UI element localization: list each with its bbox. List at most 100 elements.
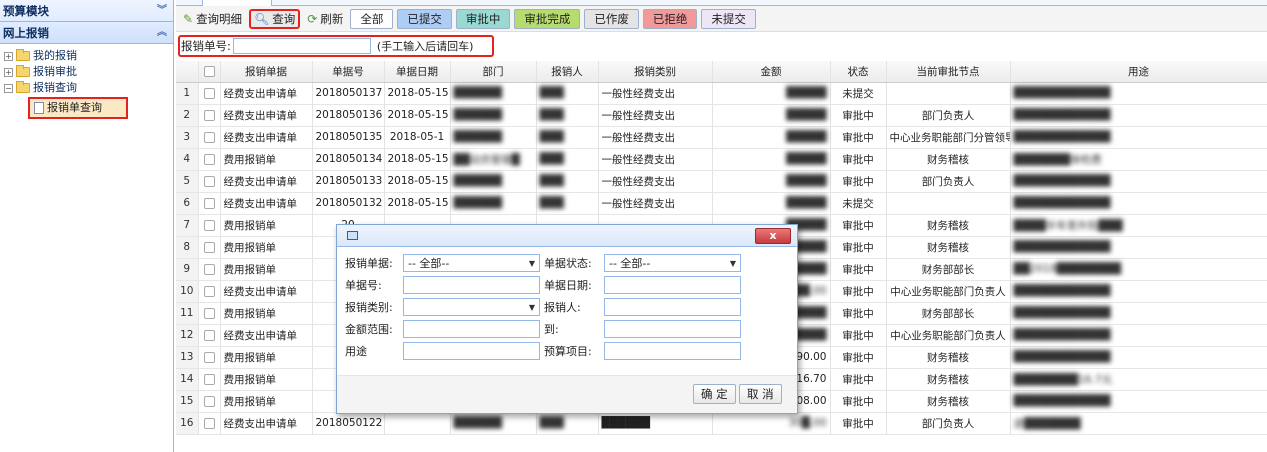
doc-status-select[interactable]: -- 全部-- ▼	[604, 254, 741, 272]
table-row[interactable]: 5 经费支出申请单 2018050133 2018-05-15 ██████ ███ 一般性…	[176, 170, 1267, 193]
table-cell-use: ████████████	[1010, 346, 1267, 369]
dialog-form: 报销单据: -- 全部-- ▼ 单据状态: -- 全部-- ▼ 单据号: 单据日…	[337, 248, 797, 375]
table-cell-no: 2018050137	[312, 82, 385, 105]
tree-leaf-reimbursement-form-query[interactable]: 报销单查询	[28, 97, 128, 119]
table-cell-person: ███	[536, 126, 599, 149]
table-row[interactable]: 4 费用报销单 2018050134 2018-05-15 ██动员管理█ ███ 一般性经…	[176, 148, 1267, 171]
filter-rejected-button[interactable]: 已拒绝	[642, 8, 698, 29]
row-checkbox[interactable]	[198, 258, 221, 281]
row-checkbox[interactable]	[198, 214, 221, 237]
table-cell-node: 财务稽核	[886, 346, 1011, 369]
table-cell-no: 2018050132	[312, 192, 385, 215]
table-cell-status: 审批中	[830, 104, 887, 127]
table-cell-type: 费用报销单	[220, 258, 313, 281]
reimbursement-no-input[interactable]	[232, 38, 371, 54]
column-header[interactable]: 报销类别	[598, 61, 713, 83]
row-checkbox[interactable]	[198, 368, 221, 391]
doc-type-select[interactable]: -- 全部-- ▼	[403, 254, 540, 272]
row-checkbox[interactable]	[198, 192, 221, 215]
table-row[interactable]: 2 经费支出申请单 2018050136 2018-05-15 ██████ ███ 一般性…	[176, 104, 1267, 127]
amount-to-label: 到:	[544, 323, 559, 336]
amount-to-input[interactable]	[604, 320, 741, 338]
row-checkbox[interactable]	[198, 324, 221, 347]
table-cell-type: 费用报销单	[220, 214, 313, 237]
tree-node-my-reimbursement[interactable]: + 我的报销	[4, 48, 173, 64]
row-checkbox[interactable]	[198, 390, 221, 413]
row-checkbox[interactable]	[198, 82, 221, 105]
row-checkbox[interactable]	[198, 412, 221, 435]
column-header[interactable]: 金额	[712, 61, 831, 83]
table-cell-node: 部门负责人	[886, 104, 1011, 127]
doc-date-input[interactable]	[604, 276, 741, 294]
column-header[interactable]: 报销单据	[220, 61, 313, 83]
table-cell-cat: 一般性经费支出	[598, 192, 713, 215]
dropdown-arrow-icon: ▼	[528, 258, 535, 268]
panel-budget-module[interactable]: 预算模块 ︾	[0, 0, 173, 22]
panel-title: 预算模块	[3, 4, 49, 18]
filter-approved-button[interactable]: 审批完成	[514, 8, 581, 29]
cancel-button[interactable]: 取 消	[739, 384, 782, 404]
plus-icon[interactable]: +	[4, 51, 13, 61]
active-tab[interactable]	[202, 0, 272, 6]
ok-button[interactable]: 确 定	[693, 384, 736, 404]
column-header[interactable]: 单据号	[312, 61, 385, 83]
column-header[interactable]: 当前审批节点	[886, 61, 1011, 83]
table-cell-type: 费用报销单	[220, 302, 313, 325]
table-cell-status: 未提交	[830, 192, 887, 215]
row-checkbox[interactable]	[198, 148, 221, 171]
table-row[interactable]: 6 经费支出申请单 2018050132 2018-05-15 ██████ ███ 一般性…	[176, 192, 1267, 215]
column-header[interactable]: 报销人	[536, 61, 599, 83]
table-row[interactable]: 1 经费支出申请单 2018050137 2018-05-15 ██████ ███ 一般性…	[176, 82, 1267, 105]
filter-all-button[interactable]: 全部	[350, 8, 394, 29]
row-number: 15	[176, 390, 199, 413]
budget-item-input[interactable]	[604, 342, 741, 360]
table-cell-type: 经费支出申请单	[220, 412, 313, 435]
table-cell-cat: 一般性经费支出	[598, 82, 713, 105]
table-cell-no: 2018050133	[312, 170, 385, 193]
collapse-icon[interactable]: ︽	[157, 22, 167, 44]
filter-submitted-button[interactable]: 已提交	[397, 8, 452, 29]
table-cell-status: 审批中	[830, 236, 887, 259]
row-checkbox[interactable]	[198, 170, 221, 193]
plus-icon[interactable]: +	[4, 67, 13, 77]
row-checkbox[interactable]	[198, 236, 221, 259]
tree-node-reimbursement-query[interactable]: − 报销查询	[4, 80, 173, 96]
person-input[interactable]	[604, 298, 741, 316]
select-all-checkbox[interactable]	[198, 61, 221, 83]
table-row[interactable]: 3 经费支出申请单 2018050135 2018-05-1 ██████ ███ 一般性经…	[176, 126, 1267, 149]
row-checkbox[interactable]	[198, 302, 221, 325]
refresh-button[interactable]: ⟳ 刷新	[304, 9, 346, 29]
row-checkbox[interactable]	[198, 280, 221, 303]
filter-unsubmitted-button[interactable]: 未提交	[701, 8, 756, 29]
doc-no-input[interactable]	[403, 276, 540, 294]
search-label: 报销单号:	[181, 39, 231, 53]
table-cell-use: ████████████	[1010, 324, 1267, 347]
row-checkbox[interactable]	[198, 104, 221, 127]
column-header[interactable]: 单据日期	[384, 61, 451, 83]
filter-reviewing-button[interactable]: 审批中	[455, 8, 511, 29]
minus-icon[interactable]: −	[4, 83, 13, 93]
query-detail-button[interactable]: ✎ 查询明细	[180, 9, 245, 29]
amount-from-input[interactable]	[403, 320, 540, 338]
panel-online-reimbursement[interactable]: 网上报销 ︽	[0, 22, 173, 44]
filter-voided-button[interactable]: 已作废	[584, 8, 639, 29]
table-row[interactable]: 16 经费支出申请单 2018050122 ██████ ███ ██████ 30█.00…	[176, 412, 1267, 435]
table-cell-status: 审批中	[830, 346, 887, 369]
dialog-titlebar[interactable]: x	[337, 225, 797, 247]
column-header[interactable]: 状态	[830, 61, 887, 83]
table-cell-use: ███████体检费	[1010, 148, 1267, 171]
category-select[interactable]: ▼	[403, 298, 540, 316]
tree-node-reimbursement-approval[interactable]: + 报销审批	[4, 64, 173, 80]
table-cell-status: 审批中	[830, 412, 887, 435]
table-cell-type: 经费支出申请单	[220, 192, 313, 215]
doc-status-label: 单据状态:	[544, 257, 592, 270]
close-button[interactable]: x	[755, 228, 791, 244]
purpose-input[interactable]	[403, 342, 540, 360]
expand-icon[interactable]: ︾	[157, 0, 167, 22]
column-header[interactable]: 部门	[450, 61, 537, 83]
row-checkbox[interactable]	[198, 346, 221, 369]
query-button[interactable]: 🔍︎ 查询	[249, 8, 301, 29]
row-checkbox[interactable]	[198, 126, 221, 149]
grid-header-row: 报销单据 单据号 单据日期 部门 报销人 报销类别 金额 状态 当前审批节点 用…	[176, 61, 1267, 83]
column-header[interactable]: 用途	[1010, 61, 1267, 83]
